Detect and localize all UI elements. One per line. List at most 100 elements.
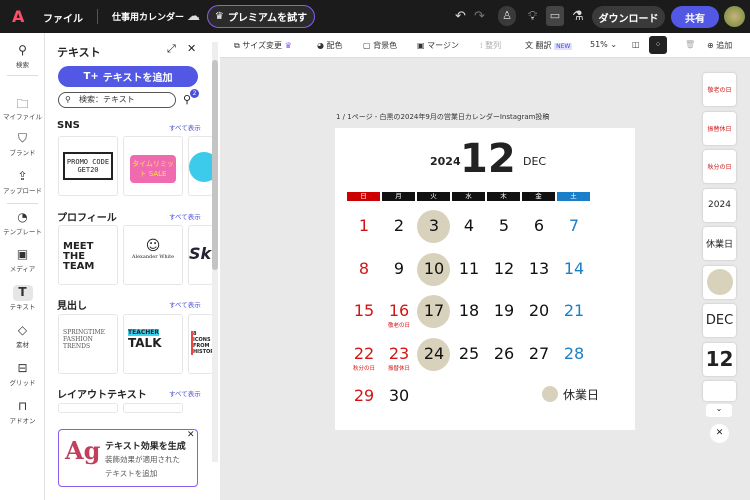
plus-circle-icon: ⊕ [707, 41, 714, 50]
resize-button[interactable]: ⧉ サイズ変更 ♛ [234, 40, 292, 51]
calendar-day: 22 [353, 344, 375, 363]
avatar[interactable] [724, 6, 745, 27]
rail-item[interactable]: 🗀 マイファイル [0, 95, 45, 121]
adobe-express-logo[interactable]: A [12, 7, 24, 26]
template-icon: ◔ [17, 210, 28, 224]
layers-icon[interactable]: ⁘ [649, 36, 667, 54]
align-button[interactable]: ⁞ 整列 [480, 40, 501, 51]
translate-button[interactable]: 文 翻訳 NEW [525, 40, 573, 51]
rail-item-label: ブランド [9, 149, 36, 157]
download-button[interactable]: ダウンロード [592, 6, 665, 28]
rail-item[interactable]: ▣ メディア [0, 247, 45, 273]
calendar-day: 14 [563, 259, 585, 278]
template-thumb[interactable]: SPRINGTIME FASHION TRENDS [58, 314, 118, 374]
rail-item[interactable]: ⊓ アドオン [0, 399, 45, 425]
template-thumb[interactable] [123, 403, 183, 413]
expand-icon[interactable]: ⤢ [167, 42, 176, 56]
template-thumb[interactable] [188, 136, 213, 196]
element-thumb[interactable]: DEC [703, 304, 736, 337]
filter-count-badge: 2 [190, 89, 199, 98]
closed-circle-thumb [706, 269, 733, 295]
addon-icon: ⊓ [17, 399, 28, 413]
try-premium-button[interactable]: ♛ プレミアムを試す [207, 5, 315, 28]
rail-item[interactable]: ⊟ グリッド [0, 361, 45, 387]
element-thumb[interactable]: 2024 [703, 188, 736, 222]
rail-item[interactable]: ⚲ 検索 [0, 43, 45, 69]
template-thumb[interactable]: Sk [188, 225, 213, 285]
chevron-down-icon[interactable]: ⌄ [706, 404, 732, 417]
calendar-day: 5 [498, 216, 510, 235]
flask-icon[interactable]: ⚗ [572, 9, 584, 24]
weekday-header: 月 [382, 192, 415, 201]
close-icon[interactable]: ✕ [187, 42, 196, 55]
add-button[interactable]: ⊕ 追加 [707, 40, 732, 51]
calendar-day: 4 [463, 216, 475, 235]
delete-icon[interactable]: 🗑︎ [685, 40, 695, 49]
close-strip-icon[interactable]: ✕ [710, 424, 729, 443]
see-all-profile[interactable]: すべて表示 [169, 211, 201, 221]
calendar-day: 28 [563, 344, 585, 363]
rail-item[interactable]: T テキスト [0, 285, 45, 311]
upload-icon: ⇪ [17, 169, 28, 183]
element-thumb[interactable]: 休業日 [703, 227, 736, 260]
calendar-day: 19 [493, 301, 515, 320]
align-icon: ⁞ [480, 41, 483, 50]
element-thumb[interactable]: 秋分の日 [703, 150, 736, 183]
zoom-select[interactable]: 51% ⌄ [590, 40, 617, 49]
section-heading: 見出し [57, 301, 87, 312]
template-thumb[interactable]: MEET THE TEAM [58, 225, 118, 285]
background-color-button[interactable]: ▢ 背景色 [363, 40, 397, 51]
search-icon: ⚲ [65, 95, 71, 104]
rail-item[interactable]: ◇ 素材 [0, 323, 45, 349]
panel-scrollbar-thumb[interactable] [212, 60, 218, 270]
template-thumb[interactable]: タイムリミット SALE [123, 136, 183, 196]
calendar-day: 16 [388, 301, 410, 320]
undo-icon[interactable]: ↶ [455, 9, 466, 24]
share-button[interactable]: 共有 [671, 6, 719, 28]
color-button[interactable]: ◕ 配色 [317, 40, 343, 51]
redo-icon[interactable]: ↷ [474, 9, 485, 24]
weekday-header: 木 [487, 192, 520, 201]
translate-icon: 文 [525, 41, 533, 50]
comment-icon[interactable]: ▭ [546, 6, 564, 26]
invite-user-icon[interactable]: ♙ [498, 6, 516, 26]
element-thumb[interactable] [703, 265, 736, 299]
search-input[interactable]: ⚲ 検索：テキスト [58, 92, 176, 108]
calendar-day: 2 [393, 216, 405, 235]
calendar-day: 17 [423, 301, 445, 320]
template-thumb[interactable] [58, 403, 118, 413]
rail-item-label: テンプレート [3, 228, 42, 236]
see-all-sns[interactable]: すべて表示 [169, 122, 201, 132]
template-thumb[interactable]: ☺ Alexander White [123, 225, 183, 285]
margin-icon: ▣ [417, 41, 425, 50]
element-thumb[interactable]: 12 [703, 342, 736, 376]
see-all-layout[interactable]: すべて表示 [169, 388, 201, 398]
rail-item[interactable]: ⇪ アップロード [0, 169, 45, 195]
calendar-day: 25 [458, 344, 480, 363]
calendar-day: 13 [528, 259, 550, 278]
rail-item[interactable]: ◔ テンプレート [0, 210, 45, 236]
calendar-day: 21 [563, 301, 585, 320]
lightbulb-icon[interactable]: 💡︎ [528, 9, 537, 24]
template-thumb[interactable]: TEACHER TALK [123, 314, 183, 374]
pages-icon[interactable]: ◫ [632, 40, 640, 49]
template-thumb[interactable]: 8 ICONS FROM HISTORY [188, 314, 213, 374]
crown-icon: ♛ [214, 11, 224, 22]
document-title[interactable]: 仕事用カレンダー [112, 10, 184, 23]
template-thumb[interactable]: PROMO CODE GET20 [58, 136, 118, 196]
calendar-day: 30 [388, 386, 410, 405]
calendar-day: 20 [528, 301, 550, 320]
close-promo-icon[interactable]: ✕ [187, 430, 195, 440]
text-effect-promo[interactable]: Ag テキスト効果を生成 装飾効果が適用された テキストを追加 ✕ [58, 429, 198, 487]
file-menu[interactable]: ファイル [43, 10, 83, 25]
element-thumb[interactable]: 振替休日 [703, 111, 736, 145]
element-thumb[interactable]: 敬老の日 [703, 73, 736, 106]
element-thumb[interactable] [703, 381, 736, 401]
rail-item[interactable]: ⛉ ブランド [0, 131, 45, 157]
calendar-day: 18 [458, 301, 480, 320]
calendar-canvas[interactable]: 2024 12 DEC 日月火水木金土 1 2 3 4 5 6 7 8 9 10 11 12 13 14 15… [335, 128, 635, 430]
add-text-button[interactable]: T+ テキストを追加 [58, 66, 198, 87]
margin-button[interactable]: ▣ マージン [417, 40, 459, 51]
see-all-heading[interactable]: すべて表示 [169, 299, 201, 309]
toolbar: ⧉ サイズ変更 ♛ ◕ 配色 ▢ 背景色 ▣ マージン ⁞ 整列 文 翻訳 NE… [220, 33, 750, 58]
